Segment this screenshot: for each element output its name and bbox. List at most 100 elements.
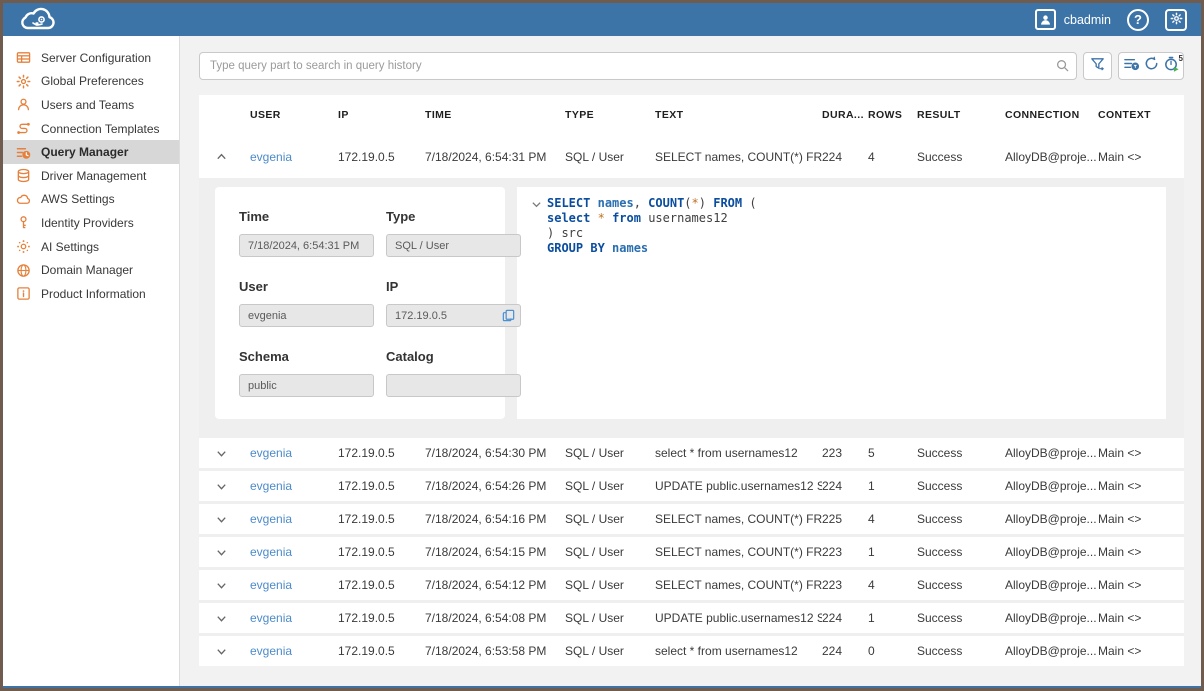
column-header-connection[interactable]: CONNECTION xyxy=(1005,109,1098,121)
table-row[interactable]: evgenia172.19.0.57/18/2024, 6:53:58 PMSQ… xyxy=(199,633,1184,666)
column-header-text[interactable]: TEXT xyxy=(655,109,822,121)
user-link[interactable]: evgenia xyxy=(250,611,292,625)
sidebar-item-driver-management[interactable]: Driver Management xyxy=(3,164,179,188)
row-cell-user[interactable]: evgenia xyxy=(250,611,338,625)
expand-row-button[interactable] xyxy=(199,645,250,658)
row-cell-user[interactable]: evgenia xyxy=(250,512,338,526)
sidebar-item-users-and-teams[interactable]: Users and Teams xyxy=(3,93,179,117)
row-cell-user[interactable]: evgenia xyxy=(250,479,338,493)
row-cell-time: 7/18/2024, 6:54:15 PM xyxy=(425,545,565,559)
sidebar-item-global-preferences[interactable]: Global Preferences xyxy=(3,70,179,94)
row-cell-ip: 172.19.0.5 xyxy=(338,479,425,493)
expand-row-button[interactable] xyxy=(199,513,250,526)
user-link[interactable]: evgenia xyxy=(250,479,292,493)
user-menu[interactable]: cbadmin xyxy=(1035,9,1111,30)
table-row[interactable]: evgenia172.19.0.57/18/2024, 6:54:12 PMSQ… xyxy=(199,567,1184,600)
row-cell-ip: 172.19.0.5 xyxy=(338,512,425,526)
filter-button[interactable] xyxy=(1083,52,1112,80)
sidebar-item-domain-manager[interactable]: Domain Manager xyxy=(3,258,179,282)
table-row[interactable]: evgenia172.19.0.57/18/2024, 6:54:30 PMSQ… xyxy=(199,435,1184,468)
sidebar-item-product-information[interactable]: Product Information xyxy=(3,282,179,306)
user-link[interactable]: evgenia xyxy=(250,545,292,559)
settings-button[interactable] xyxy=(1165,9,1187,31)
search-wrap xyxy=(199,52,1077,80)
row-cell-user[interactable]: evgenia xyxy=(250,644,338,658)
sidebar-item-label: Product Information xyxy=(41,287,146,301)
server-configuration-icon xyxy=(15,50,31,66)
expand-row-button[interactable] xyxy=(199,612,250,625)
sql-line: ) src xyxy=(547,226,757,241)
column-header-context[interactable]: CONTEXT xyxy=(1098,109,1184,121)
row-cell-user[interactable]: evgenia xyxy=(250,545,338,559)
row-cell-time: 7/18/2024, 6:54:12 PM xyxy=(425,578,565,592)
detail-field-value-type: SQL / User xyxy=(386,234,521,257)
row-cell-result: Success xyxy=(917,150,1005,164)
detail-field-ip: IP172.19.0.5 xyxy=(386,279,521,327)
auto-refresh-timer-icon xyxy=(1163,55,1180,77)
row-cell-time: 7/18/2024, 6:54:08 PM xyxy=(425,611,565,625)
table-row[interactable]: evgenia172.19.0.57/18/2024, 6:54:31 PMSQ… xyxy=(199,135,1184,178)
column-header-type[interactable]: TYPE xyxy=(565,109,655,121)
sidebar-item-identity-providers[interactable]: Identity Providers xyxy=(3,211,179,235)
row-cell-user[interactable]: evgenia xyxy=(250,446,338,460)
sidebar-item-ai-settings[interactable]: AI Settings xyxy=(3,235,179,259)
expand-row-button[interactable] xyxy=(199,480,250,493)
column-header-ip[interactable]: IP xyxy=(338,109,425,121)
row-cell-result: Success xyxy=(917,545,1005,559)
user-link[interactable]: evgenia xyxy=(250,644,292,658)
row-cell-ip: 172.19.0.5 xyxy=(338,578,425,592)
column-header-user[interactable]: USER xyxy=(250,109,338,121)
user-link[interactable]: evgenia xyxy=(250,150,292,164)
expand-row-button[interactable] xyxy=(199,579,250,592)
user-link[interactable]: evgenia xyxy=(250,578,292,592)
query-history-toolbar: 5 xyxy=(199,52,1184,80)
row-cell-type: SQL / User xyxy=(565,479,655,493)
row-cell-context: Main <> xyxy=(1098,512,1184,526)
expand-row-button[interactable] xyxy=(199,447,250,460)
sidebar: Server Configuration Global Preferences Us… xyxy=(3,36,180,686)
sidebar-item-query-manager[interactable]: Query Manager xyxy=(3,140,179,164)
refresh-icon xyxy=(1143,55,1160,77)
auto-refresh-interval-badge: 5 xyxy=(1179,54,1183,63)
sidebar-item-server-configuration[interactable]: Server Configuration xyxy=(3,46,179,70)
help-button[interactable]: ? xyxy=(1127,9,1149,31)
sidebar-item-label: Server Configuration xyxy=(41,51,151,65)
column-header-result[interactable]: RESULT xyxy=(917,109,1005,121)
sidebar-item-label: Global Preferences xyxy=(41,74,144,88)
collapse-row-button[interactable] xyxy=(199,150,250,163)
row-cell-connection: AlloyDB@proje... xyxy=(1005,545,1098,559)
table-row[interactable]: evgenia172.19.0.57/18/2024, 6:54:16 PMSQ… xyxy=(199,501,1184,534)
user-link[interactable]: evgenia xyxy=(250,446,292,460)
sidebar-nav: Server Configuration Global Preferences Us… xyxy=(3,46,179,306)
column-header-duration[interactable]: DURA... xyxy=(822,109,868,121)
log-settings-button[interactable] xyxy=(1121,54,1141,78)
table-row[interactable]: evgenia172.19.0.57/18/2024, 6:54:08 PMSQ… xyxy=(199,600,1184,633)
sql-collapse-button[interactable] xyxy=(525,196,547,410)
user-link[interactable]: evgenia xyxy=(250,512,292,526)
auto-refresh-button[interactable]: 5 xyxy=(1161,54,1181,78)
sidebar-item-label: Query Manager xyxy=(41,145,128,159)
table-row[interactable]: evgenia172.19.0.57/18/2024, 6:54:15 PMSQ… xyxy=(199,534,1184,567)
row-cell-connection: AlloyDB@proje... xyxy=(1005,150,1098,164)
refresh-button[interactable] xyxy=(1141,54,1161,78)
row-cell-connection: AlloyDB@proje... xyxy=(1005,512,1098,526)
sidebar-item-aws-settings[interactable]: AWS Settings xyxy=(3,188,179,212)
user-avatar-icon xyxy=(1035,9,1056,30)
topbar: cbadmin ? xyxy=(3,3,1201,36)
column-header-time[interactable]: TIME xyxy=(425,109,565,121)
row-cell-text: UPDATE public.usernames12 SE... xyxy=(655,611,822,625)
driver-management-icon xyxy=(15,168,31,184)
row-cell-user[interactable]: evgenia xyxy=(250,578,338,592)
table-row[interactable]: evgenia172.19.0.57/18/2024, 6:54:26 PMSQ… xyxy=(199,468,1184,501)
row-cell-rows: 5 xyxy=(868,446,917,460)
column-header-rows[interactable]: ROWS xyxy=(868,109,917,121)
sql-line: SELECT names, COUNT(*) FROM ( xyxy=(547,196,757,211)
row-cell-text: SELECT names, COUNT(*) FRO... xyxy=(655,150,822,164)
row-cell-user[interactable]: evgenia xyxy=(250,150,338,164)
copy-icon[interactable] xyxy=(501,308,516,326)
search-input[interactable] xyxy=(199,52,1077,80)
row-cell-duration: 223 xyxy=(822,545,868,559)
expand-row-button[interactable] xyxy=(199,546,250,559)
sidebar-item-connection-templates[interactable]: Connection Templates xyxy=(3,117,179,141)
row-cell-connection: AlloyDB@proje... xyxy=(1005,479,1098,493)
